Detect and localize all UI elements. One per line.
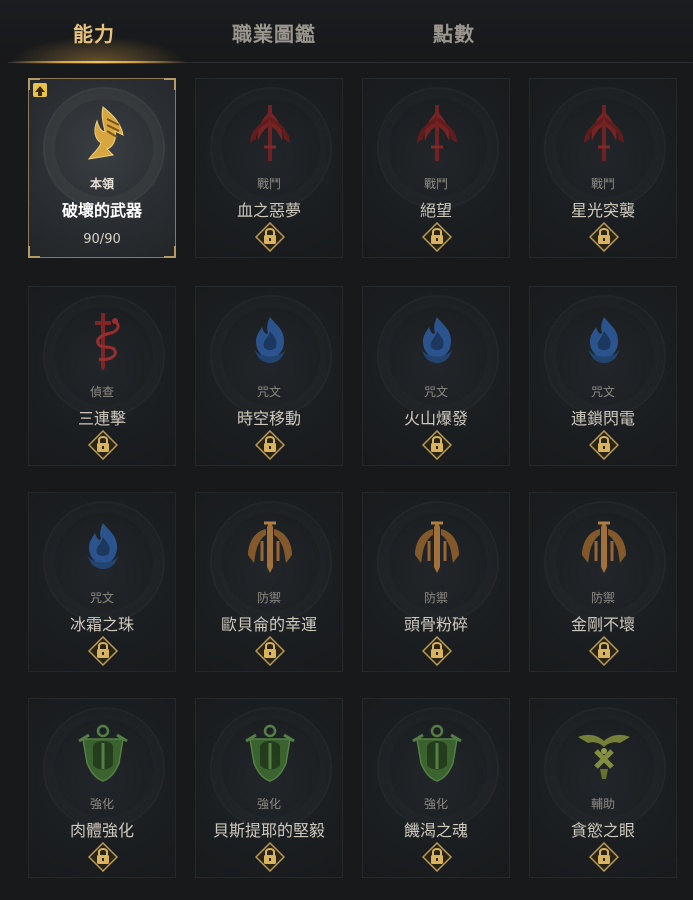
ability-card[interactable]: 咒文 連鎖閃電 (529, 286, 677, 466)
bronze-wings-icon (574, 515, 634, 579)
ability-name: 歐貝侖的幸運 (220, 615, 317, 634)
ability-name: 貝斯提耶的堅毅 (212, 821, 325, 840)
ability-card[interactable]: 防禦 歐貝侖的幸運 (195, 492, 343, 672)
tab-class-codex[interactable]: 職業圖鑑 (232, 18, 316, 47)
tab-abilities[interactable]: 能力 (73, 18, 115, 47)
ability-category: 強化 (423, 797, 448, 811)
crimson-trident-icon (407, 101, 467, 165)
serpent-dagger-icon (73, 309, 133, 373)
ability-name: 冰霜之珠 (69, 615, 134, 634)
padlock-icon (421, 221, 453, 253)
bronze-wings-icon (240, 515, 300, 579)
ability-card[interactable]: 強化 貝斯提耶的堅毅 (195, 698, 343, 878)
ability-name: 破壞的武器 (61, 201, 142, 220)
ability-category: 防禦 (423, 591, 448, 605)
blue-flame-icon (240, 309, 300, 373)
frame-corner (164, 78, 176, 90)
ability-category: 戰鬥 (256, 177, 281, 191)
frame-corner (28, 246, 40, 258)
ability-card[interactable]: 強化 饑渴之魂 (362, 698, 510, 878)
ability-card[interactable]: 咒文 冰霜之珠 (28, 492, 176, 672)
padlock-icon (254, 221, 286, 253)
ability-name: 火山爆發 (403, 409, 468, 428)
bronze-wings-icon (407, 515, 467, 579)
ability-category: 戰鬥 (423, 177, 448, 191)
ability-card[interactable]: 輔助 貪慾之眼 (529, 698, 677, 878)
ability-category: 強化 (89, 797, 114, 811)
ability-card[interactable]: 強化 肉體強化 (28, 698, 176, 878)
padlock-icon (254, 429, 286, 461)
ability-category: 咒文 (423, 385, 448, 399)
ability-card[interactable]: 戰鬥 絕望 (362, 78, 510, 258)
padlock-icon (87, 429, 119, 461)
padlock-icon (588, 841, 620, 873)
green-helm-icon (240, 721, 300, 785)
ability-card[interactable]: 戰鬥 血之惡夢 (195, 78, 343, 258)
green-helm-icon (73, 721, 133, 785)
ability-name: 時空移動 (236, 409, 301, 428)
ability-category: 輔助 (590, 797, 615, 811)
ability-name: 星光突襲 (570, 201, 635, 220)
padlock-icon (588, 221, 620, 253)
padlock-icon (588, 429, 620, 461)
ability-card[interactable]: 咒文 時空移動 (195, 286, 343, 466)
ability-category: 防禦 (590, 591, 615, 605)
crimson-trident-icon (574, 101, 634, 165)
winged-boot-icon (73, 101, 133, 165)
blue-flame-icon (407, 309, 467, 373)
padlock-icon (87, 635, 119, 667)
ability-name: 血之惡夢 (236, 201, 301, 220)
ability-card[interactable]: 防禦 金剛不壞 (529, 492, 677, 672)
ability-category: 咒文 (590, 385, 615, 399)
ability-card[interactable]: 防禦 頭骨粉碎 (362, 492, 510, 672)
active-tab-underline (8, 61, 186, 63)
padlock-icon (421, 429, 453, 461)
ability-category: 咒文 (256, 385, 281, 399)
tab-points[interactable]: 點數 (433, 18, 475, 47)
padlock-icon (254, 841, 286, 873)
padlock-icon (421, 841, 453, 873)
ability-level-count: 90/90 (83, 232, 121, 247)
olive-sigil-icon (574, 721, 634, 785)
ability-category: 戰鬥 (590, 177, 615, 191)
blue-flame-icon (73, 515, 133, 579)
frame-corner (164, 246, 176, 258)
upgrade-arrow-icon (33, 83, 47, 97)
ability-name: 饑渴之魂 (403, 821, 468, 840)
ability-category: 偵查 (89, 385, 114, 399)
ability-card[interactable]: 咒文 火山爆發 (362, 286, 510, 466)
green-helm-icon (407, 721, 467, 785)
ability-category: 咒文 (89, 591, 114, 605)
ability-name: 絕望 (419, 201, 452, 220)
ability-name: 貪慾之眼 (570, 821, 635, 840)
crimson-trident-icon (240, 101, 300, 165)
padlock-icon (588, 635, 620, 667)
ability-card[interactable]: 本領破壞的武器 90/90 (28, 78, 176, 258)
ability-category: 本領 (89, 177, 114, 191)
ability-card[interactable]: 偵查 三連擊 (28, 286, 176, 466)
ability-category: 防禦 (256, 591, 281, 605)
tab-bar: 能力 職業圖鑑 點數 (0, 0, 693, 64)
ability-name: 金剛不壞 (570, 615, 635, 634)
padlock-icon (254, 635, 286, 667)
padlock-icon (421, 635, 453, 667)
padlock-icon (87, 841, 119, 873)
ability-name: 頭骨粉碎 (403, 615, 468, 634)
ability-name: 三連擊 (77, 409, 126, 428)
ability-name: 肉體強化 (69, 821, 134, 840)
blue-flame-icon (574, 309, 634, 373)
ability-name: 連鎖閃電 (570, 409, 635, 428)
ability-category: 強化 (256, 797, 281, 811)
ability-card[interactable]: 戰鬥 星光突襲 (529, 78, 677, 258)
